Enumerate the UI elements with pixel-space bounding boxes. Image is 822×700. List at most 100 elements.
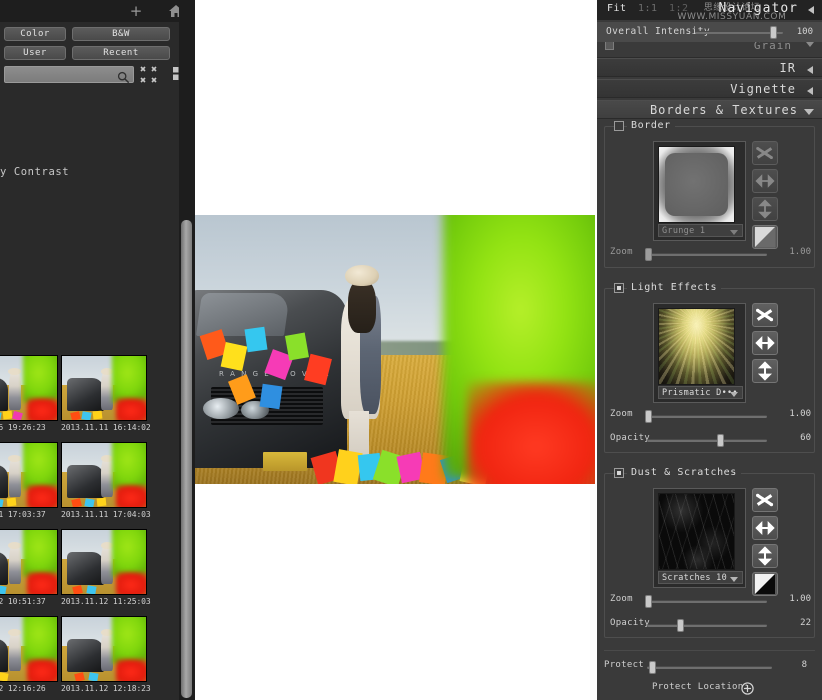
list-item[interactable]: 2013.11.11 16:14:02 — [61, 355, 147, 442]
dust-scratches-invert-button[interactable] — [752, 572, 778, 596]
light-effects-shuffle-button[interactable] — [752, 303, 778, 327]
border-flip-vertical-button[interactable] — [752, 197, 778, 221]
thumbnail-image[interactable] — [61, 616, 147, 682]
thumbnail-image[interactable] — [0, 616, 58, 682]
list-item[interactable]: 2013.11.12 12:18:23 — [61, 616, 147, 700]
grain-section-row[interactable]: Grain — [597, 42, 822, 58]
plus-icon[interactable]: + — [128, 3, 144, 19]
light-effects-zoom-slider[interactable] — [647, 415, 767, 418]
preview-image[interactable]: R A N G E R O V E R — [195, 215, 595, 484]
chevron-left-icon[interactable] — [807, 66, 813, 74]
light-effects-checkbox[interactable] — [614, 283, 624, 293]
border-checkbox[interactable] — [614, 121, 624, 131]
list-item[interactable]: 1.12 12:16:26 — [0, 616, 58, 700]
filter-button-color[interactable]: Color — [4, 27, 66, 41]
filter-button-bw[interactable]: B&W — [72, 27, 170, 41]
chevron-down-icon[interactable] — [730, 392, 738, 397]
filter-button-user[interactable]: User — [4, 46, 66, 60]
dust-scratches-zoom-label: Zoom — [610, 594, 633, 604]
border-zoom-knob[interactable] — [645, 248, 652, 261]
chevron-down-icon[interactable] — [806, 42, 814, 47]
dust-scratches-flip-vertical-button[interactable] — [752, 544, 778, 568]
thumbnail-caption: 1.05 19:26:23 — [0, 423, 58, 432]
watermark: 思缘设计论坛 WWW.MISSYUAN.COM — [642, 4, 822, 24]
thumbnail-image[interactable] — [0, 529, 58, 595]
light-effects-flip-vertical-button[interactable] — [752, 359, 778, 383]
filter-button-row-1: Color B&W — [0, 27, 195, 43]
section-label-borders-textures: Borders & Textures — [650, 103, 798, 117]
protect-label: Protect — [604, 660, 644, 670]
chevron-left-icon[interactable] — [807, 87, 813, 95]
light-effects-zoom-knob[interactable] — [645, 410, 652, 423]
protect-knob[interactable] — [649, 661, 656, 674]
thumbnail-image[interactable] — [61, 442, 147, 508]
protect-slider[interactable] — [647, 666, 772, 669]
left-panel-topbar: + — [0, 0, 195, 22]
overall-intensity-row: Overall Intensity 100 — [597, 22, 822, 42]
section-label-ir: IR — [780, 61, 796, 75]
filter-button-row-2: User Recent — [0, 46, 195, 62]
dust-scratches-preset-label: Scratches 10 — [662, 573, 727, 583]
chevron-down-icon[interactable] — [730, 577, 738, 582]
collapse-icon[interactable] — [140, 66, 157, 87]
dust-scratches-checkbox[interactable] — [614, 468, 624, 478]
dust-scratches-preset-dropdown[interactable]: Scratches 10 — [658, 571, 743, 584]
dust-scratches-opacity-knob[interactable] — [677, 619, 684, 632]
photo-person-hair — [348, 280, 376, 334]
border-preset-dropdown[interactable]: Grunge 1 — [658, 224, 743, 237]
border-group: Border Grunge 1 — [604, 126, 815, 268]
photo-red-foreground-blur — [467, 382, 595, 484]
list-item[interactable]: 1.11 17:03:37 — [0, 442, 58, 529]
light-effects-preset-box: Prismatic D••• — [653, 303, 746, 403]
thumbnail-image[interactable] — [61, 355, 147, 421]
thumbnail-caption: 2013.11.11 16:14:02 — [61, 423, 147, 432]
filmstrip-grid: 1.05 19:26:23 2013.11.11 — [0, 350, 178, 700]
thumbnail-image[interactable] — [0, 442, 58, 508]
dust-scratches-shuffle-button[interactable] — [752, 488, 778, 512]
list-item[interactable]: 1.05 19:26:23 — [0, 355, 58, 442]
light-effects-opacity-value: 60 — [775, 433, 811, 443]
section-header-borders-textures[interactable]: Borders & Textures — [597, 100, 822, 119]
search-icon — [117, 69, 130, 82]
filter-button-recent[interactable]: Recent — [72, 46, 170, 60]
thumbnail-image[interactable] — [0, 355, 58, 421]
list-item[interactable]: 2013.11.11 17:04:03 — [61, 442, 147, 529]
image-canvas-area: R A N G E R O V E R — [195, 0, 595, 700]
chevron-down-icon[interactable] — [730, 230, 738, 235]
border-flip-horizontal-button[interactable] — [752, 169, 778, 193]
thumbnail-caption: 1.11 17:03:37 — [0, 510, 58, 519]
search-input[interactable] — [4, 66, 134, 83]
light-effects-flip-horizontal-button[interactable] — [752, 331, 778, 355]
zoom-option-fit[interactable]: Fit — [607, 3, 627, 14]
border-group-title: Border — [627, 120, 675, 131]
recipe-label: y Contrast — [0, 166, 120, 178]
light-effects-zoom-value: 1.00 — [775, 409, 811, 419]
light-effects-preset-dropdown[interactable]: Prismatic D••• — [658, 386, 743, 399]
chevron-down-icon[interactable] — [804, 109, 814, 115]
light-effects-opacity-knob[interactable] — [717, 434, 724, 447]
section-header-vignette[interactable]: Vignette — [597, 79, 822, 98]
dust-scratches-zoom-knob[interactable] — [645, 595, 652, 608]
target-add-icon[interactable] — [741, 680, 754, 693]
grain-label: Grain — [754, 42, 792, 52]
border-zoom-slider[interactable] — [647, 253, 767, 256]
overall-intensity-knob[interactable] — [770, 26, 777, 39]
dust-scratches-preset-thumbnail[interactable] — [658, 493, 735, 570]
section-header-ir[interactable]: IR — [597, 58, 822, 77]
light-effects-group-title: Light Effects — [627, 282, 721, 293]
dust-scratches-flip-horizontal-button[interactable] — [752, 516, 778, 540]
border-preset-label: Grunge 1 — [662, 226, 705, 236]
border-shuffle-button[interactable] — [752, 141, 778, 165]
light-effects-opacity-slider[interactable] — [647, 439, 767, 442]
list-item[interactable]: 1.12 10:51:37 — [0, 529, 58, 616]
border-preset-box: Grunge 1 — [653, 141, 746, 241]
border-preset-thumbnail[interactable] — [658, 146, 735, 223]
border-invert-button[interactable] — [752, 225, 778, 249]
thumbnail-image[interactable] — [61, 529, 147, 595]
filmstrip-scrollbar-thumb[interactable] — [181, 220, 192, 698]
list-item[interactable]: 2013.11.12 11:25:03 — [61, 529, 147, 616]
dust-scratches-zoom-slider[interactable] — [647, 600, 767, 603]
grain-checkbox[interactable] — [605, 42, 614, 50]
dust-scratches-opacity-slider[interactable] — [647, 624, 767, 627]
light-effects-preset-thumbnail[interactable] — [658, 308, 735, 385]
